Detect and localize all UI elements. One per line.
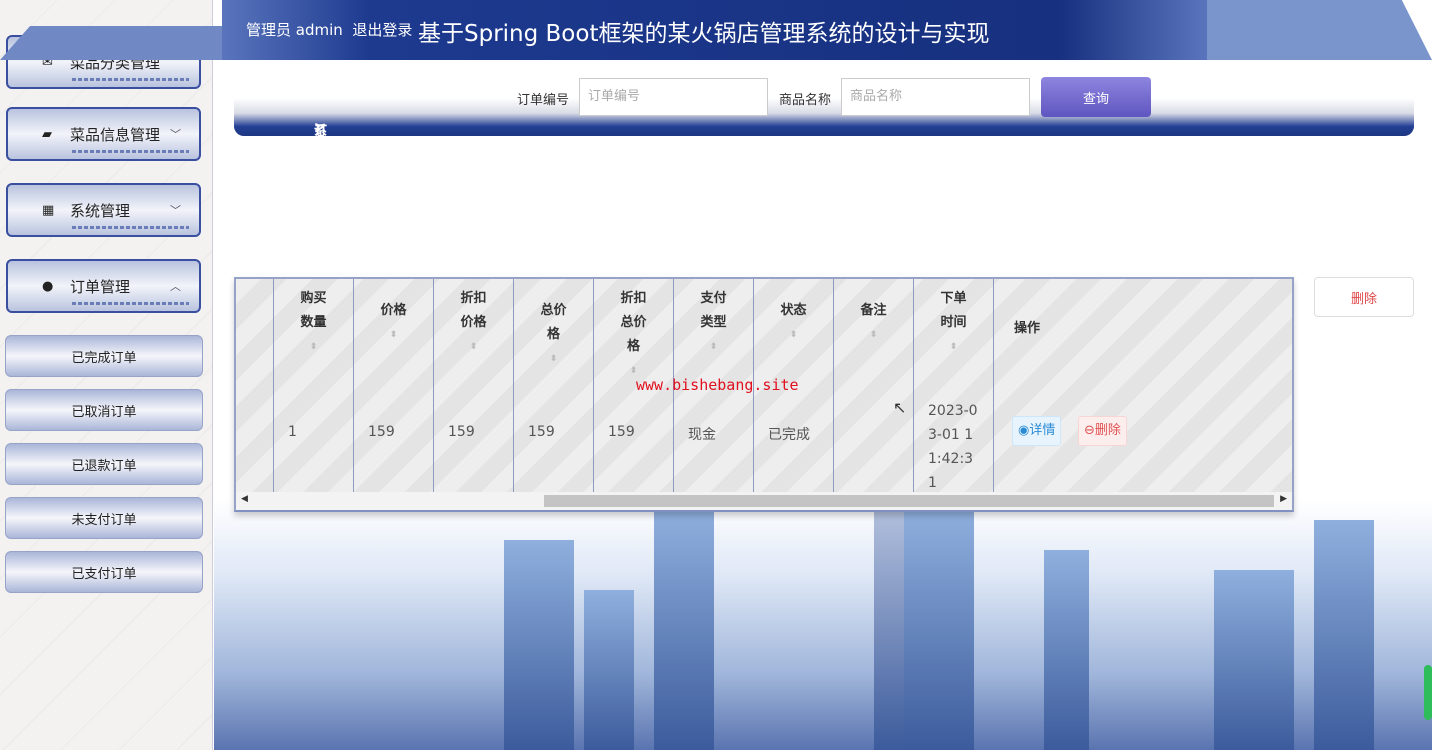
eye-icon: ◉ bbox=[1018, 423, 1030, 438]
sort-icon[interactable]: ⬍ bbox=[274, 335, 353, 359]
cell-discount-total: 159 bbox=[608, 424, 635, 440]
scroll-right-icon[interactable]: ▶ bbox=[1280, 494, 1287, 504]
mouse-cursor-icon: ↖ bbox=[893, 398, 907, 417]
order-no-label: 订单编号 bbox=[517, 93, 570, 108]
watermark: www.bishebang.site bbox=[636, 376, 799, 394]
scroll-left-icon[interactable]: ◀ bbox=[241, 494, 248, 504]
submenu-paid[interactable]: 已支付订单 bbox=[5, 551, 203, 593]
cell-pay-type: 现金 bbox=[688, 427, 716, 443]
header-discount-price: 折扣价格 bbox=[460, 291, 487, 330]
col-qty: 购买数量 ⬍ 1 bbox=[273, 279, 353, 493]
cell-total: 159 bbox=[528, 424, 555, 440]
detail-button[interactable]: ◉详情 bbox=[1012, 416, 1062, 446]
chevron-down-icon: ﹀ bbox=[170, 128, 181, 141]
sidebar: ✉ 菜品分类管理 ▰ 菜品信息管理 ﹀ ▦ 系统管理 ﹀ ● 订单管理 ︿ 已完成订单 已取消… bbox=[0, 0, 213, 750]
wallet-icon: ▰ bbox=[42, 126, 52, 142]
row-delete-button[interactable]: ⊖删除 bbox=[1078, 416, 1127, 446]
header-note: 备注 bbox=[860, 303, 887, 318]
cell-status: 已完成 bbox=[768, 427, 810, 443]
menu-orders[interactable]: ● 订单管理 ︿ bbox=[6, 259, 201, 313]
header-qty: 购买数量 bbox=[300, 291, 327, 330]
breadcrumb-current: 订单管理 bbox=[314, 124, 328, 196]
submenu-completed[interactable]: 已完成订单 bbox=[5, 335, 203, 377]
orders-table: 购买数量 ⬍ 1 价格 ⬍ 159 折扣价格 ⬍ 159 总价格 ⬍ 159 折扣总价格 ⬍ 159… bbox=[234, 277, 1294, 512]
col-actions: 操作 ◉详情 ⊖删除 bbox=[993, 279, 1292, 493]
chevron-down-icon: ﹀ bbox=[170, 204, 181, 217]
city-background bbox=[214, 400, 1432, 750]
batch-delete-button[interactable]: 删除 bbox=[1314, 277, 1414, 317]
header-actions: 操作 bbox=[1014, 321, 1041, 336]
submenu-refunded[interactable]: 已退款订单 bbox=[5, 443, 203, 485]
header-status: 状态 bbox=[780, 303, 807, 318]
user-label: 管理员 admin bbox=[246, 21, 343, 39]
sort-icon[interactable]: ⬍ bbox=[434, 335, 513, 359]
page-scrollbar[interactable] bbox=[1424, 665, 1432, 720]
col-time: 下单时间 ⬍ 2023-03-01 11:42:31 bbox=[913, 279, 993, 493]
menu-system[interactable]: ▦ 系统管理 ﹀ bbox=[6, 183, 201, 237]
query-button[interactable]: 查询 bbox=[1041, 77, 1151, 117]
minus-circle-icon: ⊖ bbox=[1084, 423, 1095, 438]
page-title: 基于Spring Boot框架的某火锅店管理系统的设计与实现 bbox=[418, 21, 990, 47]
product-name-label: 商品名称 bbox=[779, 93, 832, 108]
menu-dish-info[interactable]: ▰ 菜品信息管理 ﹀ bbox=[6, 107, 201, 161]
sort-icon[interactable]: ⬍ bbox=[834, 323, 913, 347]
chevron-up-icon: ︿ bbox=[170, 280, 181, 293]
grid-icon: ▦ bbox=[42, 202, 55, 218]
submenu-cancelled[interactable]: 已取消订单 bbox=[5, 389, 203, 431]
sort-icon[interactable]: ⬍ bbox=[754, 323, 833, 347]
sort-icon[interactable]: ⬍ bbox=[914, 335, 993, 359]
col-discount-price: 折扣价格 ⬍ 159 bbox=[433, 279, 513, 493]
header-pay-type: 支付类型 bbox=[700, 291, 727, 330]
header-discount-total: 折扣总价格 bbox=[620, 291, 647, 354]
cell-qty: 1 bbox=[288, 424, 297, 440]
col-note: 备注 ⬍ bbox=[833, 279, 913, 493]
cell-time: 2023-03-01 11:42:31 bbox=[928, 403, 978, 491]
header-total: 总价格 bbox=[540, 303, 567, 342]
cell-price: 159 bbox=[368, 424, 395, 440]
header: 管理员 admin 退出登录 基于Spring Boot框架的某火锅店管理系统的… bbox=[0, 0, 1432, 60]
horizontal-scrollbar[interactable]: ◀ ▶ bbox=[236, 492, 1292, 510]
scrollbar-thumb[interactable] bbox=[544, 495, 1274, 507]
submenu-unpaid[interactable]: 未支付订单 bbox=[5, 497, 203, 539]
sort-icon[interactable]: ⬍ bbox=[674, 335, 753, 359]
logout-link[interactable]: 退出登录 bbox=[352, 21, 412, 39]
col-total: 总价格 ⬍ 159 bbox=[513, 279, 593, 493]
col-price: 价格 ⬍ 159 bbox=[353, 279, 433, 493]
cell-discount-price: 159 bbox=[448, 424, 475, 440]
order-no-input[interactable]: 订单编号 bbox=[579, 78, 768, 116]
sort-icon[interactable]: ⬍ bbox=[514, 347, 593, 371]
bulb-icon: ● bbox=[42, 278, 54, 294]
header-time: 下单时间 bbox=[940, 291, 967, 330]
header-price: 价格 bbox=[380, 303, 407, 318]
product-name-input[interactable]: 商品名称 bbox=[841, 78, 1030, 116]
sort-icon[interactable]: ⬍ bbox=[354, 323, 433, 347]
